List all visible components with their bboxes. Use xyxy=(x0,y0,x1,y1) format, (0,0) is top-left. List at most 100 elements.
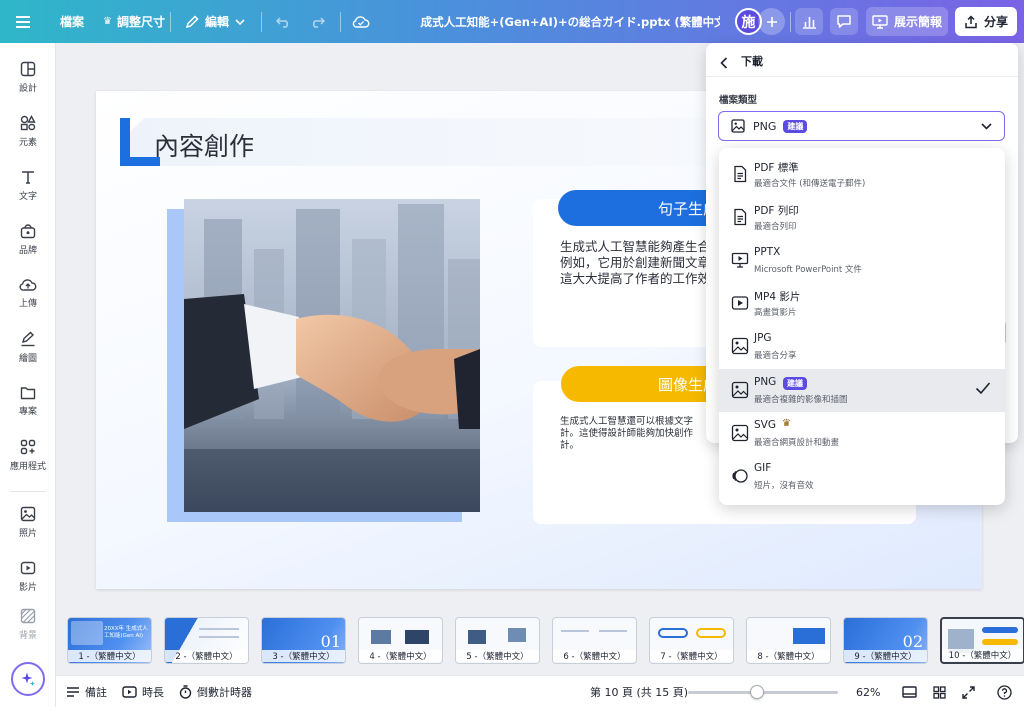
slide-thumbnail-4[interactable]: 4 -（繁體中文） xyxy=(358,617,443,664)
sidebar-item-upload[interactable]: 上傳 xyxy=(0,269,56,317)
sidebar-item-text[interactable]: 文字 xyxy=(0,161,56,209)
undo-button[interactable] xyxy=(276,0,291,43)
file-type-option-png[interactable]: PNG 建議 最適合複雜的影像和插圖 xyxy=(719,369,1005,412)
page-view-button[interactable] xyxy=(902,676,917,707)
gif-icon xyxy=(732,469,748,483)
redo-button[interactable] xyxy=(310,0,325,43)
zoom-slider-handle[interactable] xyxy=(750,685,764,699)
sidebar-item-photos[interactable]: 照片 xyxy=(0,498,56,546)
thumb-heading: 20XX年 生成式人工知能(Gen AI) xyxy=(104,626,148,639)
slide-thumbnail-2[interactable]: 2 -（繁體中文） xyxy=(164,617,249,664)
sidebar-item-label: 專案 xyxy=(18,406,37,417)
sidebar-item-design[interactable]: 設計 xyxy=(0,53,56,101)
notes-button[interactable]: 備註 xyxy=(66,676,107,707)
fullscreen-button[interactable] xyxy=(962,676,975,707)
slide-thumbnail-7[interactable]: 7 -（繁體中文） xyxy=(649,617,734,664)
left-sidebar: 設計 元素 文字 品牌 上傳 繪圖 專案 應用程式 照片 影片 背景 xyxy=(0,43,56,707)
file-type-option-jpg[interactable]: JPG 最適合分享 xyxy=(719,325,1005,368)
page-indicator[interactable]: 第 10 頁 (共 15 頁) xyxy=(590,676,688,707)
sidebar-item-brand[interactable]: 品牌 xyxy=(0,215,56,263)
thumb-line xyxy=(599,630,627,632)
image-generation-text[interactable]: 生成式人工智慧還可以根據文字 計。這使得設計師能夠加快創作 計。 xyxy=(560,416,720,461)
thumb-label: 10 -（繁體中文） xyxy=(942,649,1023,661)
present-icon xyxy=(872,14,888,29)
timer-label: 倒數計時器 xyxy=(197,686,252,699)
duration-button[interactable]: 時長 xyxy=(122,676,164,707)
help-icon xyxy=(997,684,1012,700)
thumb-label: 6 -（繁體中文） xyxy=(553,650,636,662)
slide-thumbnail-9[interactable]: 02 9 -（繁體中文） xyxy=(843,617,928,664)
file-type-option-pdf-standard[interactable]: PDF 標準 最適合文件 (和傳送電子郵件) xyxy=(719,153,1005,196)
timer-button[interactable]: 倒數計時器 xyxy=(179,676,252,707)
file-type-option-pptx[interactable]: PPTX Microsoft PowerPoint 文件 xyxy=(719,239,1005,282)
pencil-icon xyxy=(185,14,199,28)
edit-mode-button[interactable]: 編輯 xyxy=(185,0,245,43)
file-type-label: 檔案類型 xyxy=(719,95,758,106)
cloud-check-icon xyxy=(352,16,370,28)
back-button[interactable] xyxy=(720,54,728,73)
file-type-option-svg[interactable]: SVG ♛ 最適合網頁設計和動畫 xyxy=(719,412,1005,455)
selected-file-type: PNG xyxy=(753,119,777,133)
slide-thumbnail-10[interactable]: 10 -（繁體中文） xyxy=(940,617,1024,664)
file-type-option-mp4[interactable]: MP4 影片 高畫質影片 xyxy=(719,282,1005,325)
thumb-line xyxy=(199,636,239,638)
option-name: MP4 影片 xyxy=(754,291,801,303)
slide-thumbnail-3[interactable]: 01 3 -（繁體中文） xyxy=(261,617,346,664)
sentence-generation-text[interactable]: 生成式人工智慧能夠產生合 例如，它用於創建新聞文章 這大大提高了作者的工作效 xyxy=(560,239,720,299)
timer-icon xyxy=(179,685,192,699)
option-desc: 最適合網頁設計和動畫 xyxy=(754,438,840,448)
sidebar-item-videos[interactable]: 影片 xyxy=(0,552,56,600)
resize-button[interactable]: ♛ 調整尺寸 xyxy=(103,0,165,43)
slide-thumbnail-6[interactable]: 6 -（繁體中文） xyxy=(552,617,637,664)
grid-view-button[interactable] xyxy=(933,676,946,707)
thumb-label: 8 -（繁體中文） xyxy=(747,650,830,662)
page-view-icon xyxy=(902,686,917,698)
file-type-select[interactable]: PNG 建議 xyxy=(718,111,1005,141)
document-icon xyxy=(734,208,747,226)
sidebar-item-projects[interactable]: 專案 xyxy=(0,377,56,425)
menu-button[interactable] xyxy=(16,0,30,43)
invite-button[interactable] xyxy=(758,8,785,35)
sidebar-item-label: 背景 xyxy=(18,630,37,641)
image-icon xyxy=(731,424,749,442)
slide-thumbnail-8[interactable]: 8 -（繁體中文） xyxy=(746,617,831,664)
option-desc: 短片，沒有音效 xyxy=(754,481,814,491)
help-button[interactable] xyxy=(997,676,1012,707)
insights-button[interactable] xyxy=(795,8,823,35)
present-button[interactable]: 展示簡報 xyxy=(866,7,948,36)
sidebar-item-apps[interactable]: 應用程式 xyxy=(0,431,56,479)
thumb-shape xyxy=(982,639,1018,645)
magic-assistant-button[interactable] xyxy=(11,662,45,696)
document-title[interactable]: 生成式人工知能+(Gen+AI)+の総合ガイド.pptx (繁體中文) xyxy=(420,0,720,43)
file-menu[interactable]: 檔案 xyxy=(60,0,84,43)
thumb-image xyxy=(371,630,391,644)
slide-thumbnail-1[interactable]: 20XX年 生成式人工知能(Gen AI) 1 -（繁體中文） xyxy=(67,617,152,664)
option-desc: Microsoft PowerPoint 文件 xyxy=(754,265,862,275)
thumb-label: 2 -（繁體中文） xyxy=(165,650,248,662)
handshake-photo[interactable] xyxy=(184,199,480,512)
option-name: GIF xyxy=(754,462,772,474)
photo-icon xyxy=(20,506,36,521)
thumb-number: 01 xyxy=(320,632,341,651)
resize-label: 調整尺寸 xyxy=(116,15,165,29)
sidebar-item-label: 影片 xyxy=(18,582,37,593)
slide-title[interactable]: 內容創作 xyxy=(154,127,254,163)
sidebar-item-draw[interactable]: 繪圖 xyxy=(0,323,56,371)
share-button[interactable]: 分享 xyxy=(955,7,1017,36)
comments-button[interactable] xyxy=(830,8,858,35)
thumb-line xyxy=(561,630,589,632)
cloud-save-button[interactable] xyxy=(352,0,370,43)
slide-thumbnail-5[interactable]: 5 -（繁體中文） xyxy=(455,617,540,664)
file-type-option-gif[interactable]: GIF 短片，沒有音效 xyxy=(719,455,1005,498)
sidebar-item-background[interactable]: 背景 xyxy=(0,600,56,648)
thumb-number: 02 xyxy=(902,632,923,651)
sidebar-item-elements[interactable]: 元素 xyxy=(0,107,56,155)
zoom-level[interactable]: 62% xyxy=(856,676,880,707)
handshake-image xyxy=(184,199,480,512)
sidebar-item-label: 上傳 xyxy=(18,299,37,309)
option-name: SVG xyxy=(754,419,776,431)
video-icon xyxy=(731,296,749,310)
file-type-option-pdf-print[interactable]: PDF 列印 最適合列印 xyxy=(719,196,1005,239)
folder-icon xyxy=(20,386,36,399)
slide-filmstrip: 20XX年 生成式人工知能(Gen AI) 1 -（繁體中文） 2 -（繁體中文… xyxy=(56,609,1024,671)
